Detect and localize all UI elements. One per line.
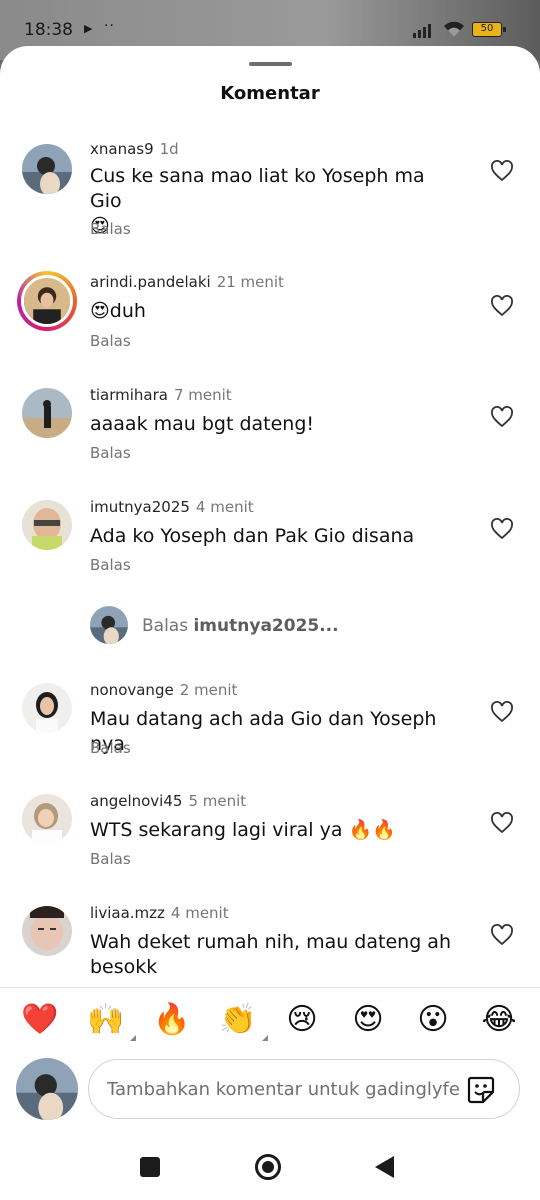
reply-prompt-label: Balas imutnya2025... — [142, 616, 339, 636]
drag-handle[interactable] — [249, 62, 292, 66]
raised-hands-emoji-button[interactable]: 🙌 — [86, 1002, 136, 1041]
heart-icon[interactable] — [490, 701, 514, 723]
avatar[interactable] — [22, 794, 72, 844]
emoji-reaction-bar: ❤️ 🙌 🔥 👏 😢 😍 😮 😂 — [0, 996, 540, 1046]
system-navigation-bar — [0, 1144, 540, 1200]
reply-button[interactable]: Balas — [90, 850, 131, 868]
comment-time: 2 menit — [179, 681, 238, 699]
signal-icon — [413, 24, 431, 38]
comment-username[interactable]: arindi.pandelaki — [90, 273, 211, 291]
comment-time: 4 menit — [170, 904, 229, 922]
crying-emoji-button[interactable]: 😢 — [282, 1002, 322, 1037]
reply-button[interactable]: Balas — [90, 739, 131, 757]
comment-text-line: 😍 — [90, 215, 110, 237]
reply-button[interactable]: Balas — [90, 220, 131, 238]
comments-sheet: Komentar xnanas9 1d Cus ke sana mao liat … — [0, 46, 540, 1200]
comment-username[interactable]: imutnya2025 — [90, 498, 190, 516]
comment-time: 21 menit — [216, 273, 284, 291]
comment-header: imutnya2025 4 menit — [90, 498, 254, 516]
heart-icon[interactable] — [490, 924, 514, 946]
laughing-emoji-button[interactable]: 😂 — [479, 1002, 519, 1037]
reply-button[interactable]: Balas — [90, 556, 131, 574]
battery-icon: 50 — [472, 22, 506, 37]
skin-tone-indicator-icon — [130, 1035, 136, 1041]
comment-time: 4 menit — [195, 498, 254, 516]
comment-header: nonovange 2 menit — [90, 681, 237, 699]
divider — [0, 987, 540, 988]
reply-button[interactable]: Balas — [90, 332, 131, 350]
comment-text: Ada ko Yoseph dan Pak Gio disana — [90, 525, 415, 547]
heart-icon[interactable] — [490, 518, 514, 540]
comment-header: liviaa.mzz 4 menit — [90, 904, 229, 922]
avatar[interactable] — [22, 500, 72, 550]
avatar — [90, 606, 128, 644]
comment-header: arindi.pandelaki 21 menit — [90, 273, 284, 291]
comment-text: 😍duh — [90, 300, 146, 322]
clap-emoji: 👏 — [219, 1002, 257, 1037]
raised-hands-emoji: 🙌 — [87, 1002, 125, 1037]
comment-input[interactable] — [107, 1074, 459, 1104]
comment-header: angelnovi45 5 menit — [90, 792, 246, 810]
more-notifications-icon: ·· — [104, 18, 115, 34]
reply-prompt-target: imutnya2025... — [193, 616, 339, 636]
comment-text-line: besokk — [90, 956, 158, 978]
clap-emoji-button[interactable]: 👏 — [218, 1002, 268, 1041]
comment-username[interactable]: nonovange — [90, 681, 174, 699]
play-icon: ▶ — [84, 22, 93, 35]
comment-text: aaaak mau bgt dateng! — [90, 413, 315, 435]
heart-icon[interactable] — [490, 160, 514, 182]
avatar[interactable] — [22, 388, 72, 438]
comment-composer — [88, 1059, 520, 1119]
current-user-avatar — [16, 1058, 78, 1120]
heart-emoji-button[interactable]: ❤️ — [20, 1002, 60, 1037]
comment-username[interactable]: tiarmihara — [90, 386, 168, 404]
avatar[interactable] — [22, 906, 72, 956]
avatar-with-story[interactable] — [17, 271, 77, 331]
back-button[interactable] — [375, 1156, 394, 1178]
comment-text: Wah deket rumah nih, mau dateng ah besok… — [90, 930, 460, 980]
comment-text: WTS sekarang lagi viral ya 🔥🔥 — [90, 819, 396, 841]
comment-username[interactable]: liviaa.mzz — [90, 904, 165, 922]
sticker-icon[interactable] — [465, 1074, 497, 1106]
comment-time: 5 menit — [188, 792, 247, 810]
comment-time: 1d — [159, 140, 179, 158]
comment-username[interactable]: xnanas9 — [90, 140, 154, 158]
reply-button[interactable]: Balas — [90, 444, 131, 462]
skin-tone-indicator-icon — [262, 1035, 268, 1041]
comment-text: Mau datang ach ada Gio dan Yoseph nya — [90, 708, 437, 755]
heart-icon[interactable] — [490, 406, 514, 428]
fire-emoji-button[interactable]: 🔥 — [152, 1002, 192, 1037]
comment-header: tiarmihara 7 menit — [90, 386, 232, 404]
status-time: 18:38 — [24, 20, 73, 40]
heart-icon[interactable] — [490, 812, 514, 834]
reply-prompt-prefix: Balas — [142, 616, 194, 636]
recent-apps-button[interactable] — [140, 1157, 160, 1177]
avatar[interactable] — [22, 683, 72, 733]
surprised-emoji-button[interactable]: 😮 — [413, 1002, 453, 1037]
comment-text: Cus ke sana mao liat ko Yoseph ma Gio 😍 — [90, 164, 460, 239]
comment-username[interactable]: angelnovi45 — [90, 792, 182, 810]
heart-icon[interactable] — [490, 295, 514, 317]
sheet-title: Komentar — [220, 83, 320, 104]
heart-eyes-emoji-button[interactable]: 😍 — [348, 1002, 388, 1037]
battery-level: 50 — [480, 23, 494, 34]
comment-text-line: Cus ke sana mao liat ko Yoseph ma Gio — [90, 165, 425, 212]
avatar[interactable] — [22, 144, 72, 194]
home-button[interactable] — [255, 1154, 281, 1180]
wifi-icon — [444, 21, 464, 37]
comment-text-line: Wah deket rumah nih, mau dateng ah — [90, 931, 451, 953]
comment-time: 7 menit — [173, 386, 232, 404]
comment-header: xnanas9 1d — [90, 140, 179, 158]
